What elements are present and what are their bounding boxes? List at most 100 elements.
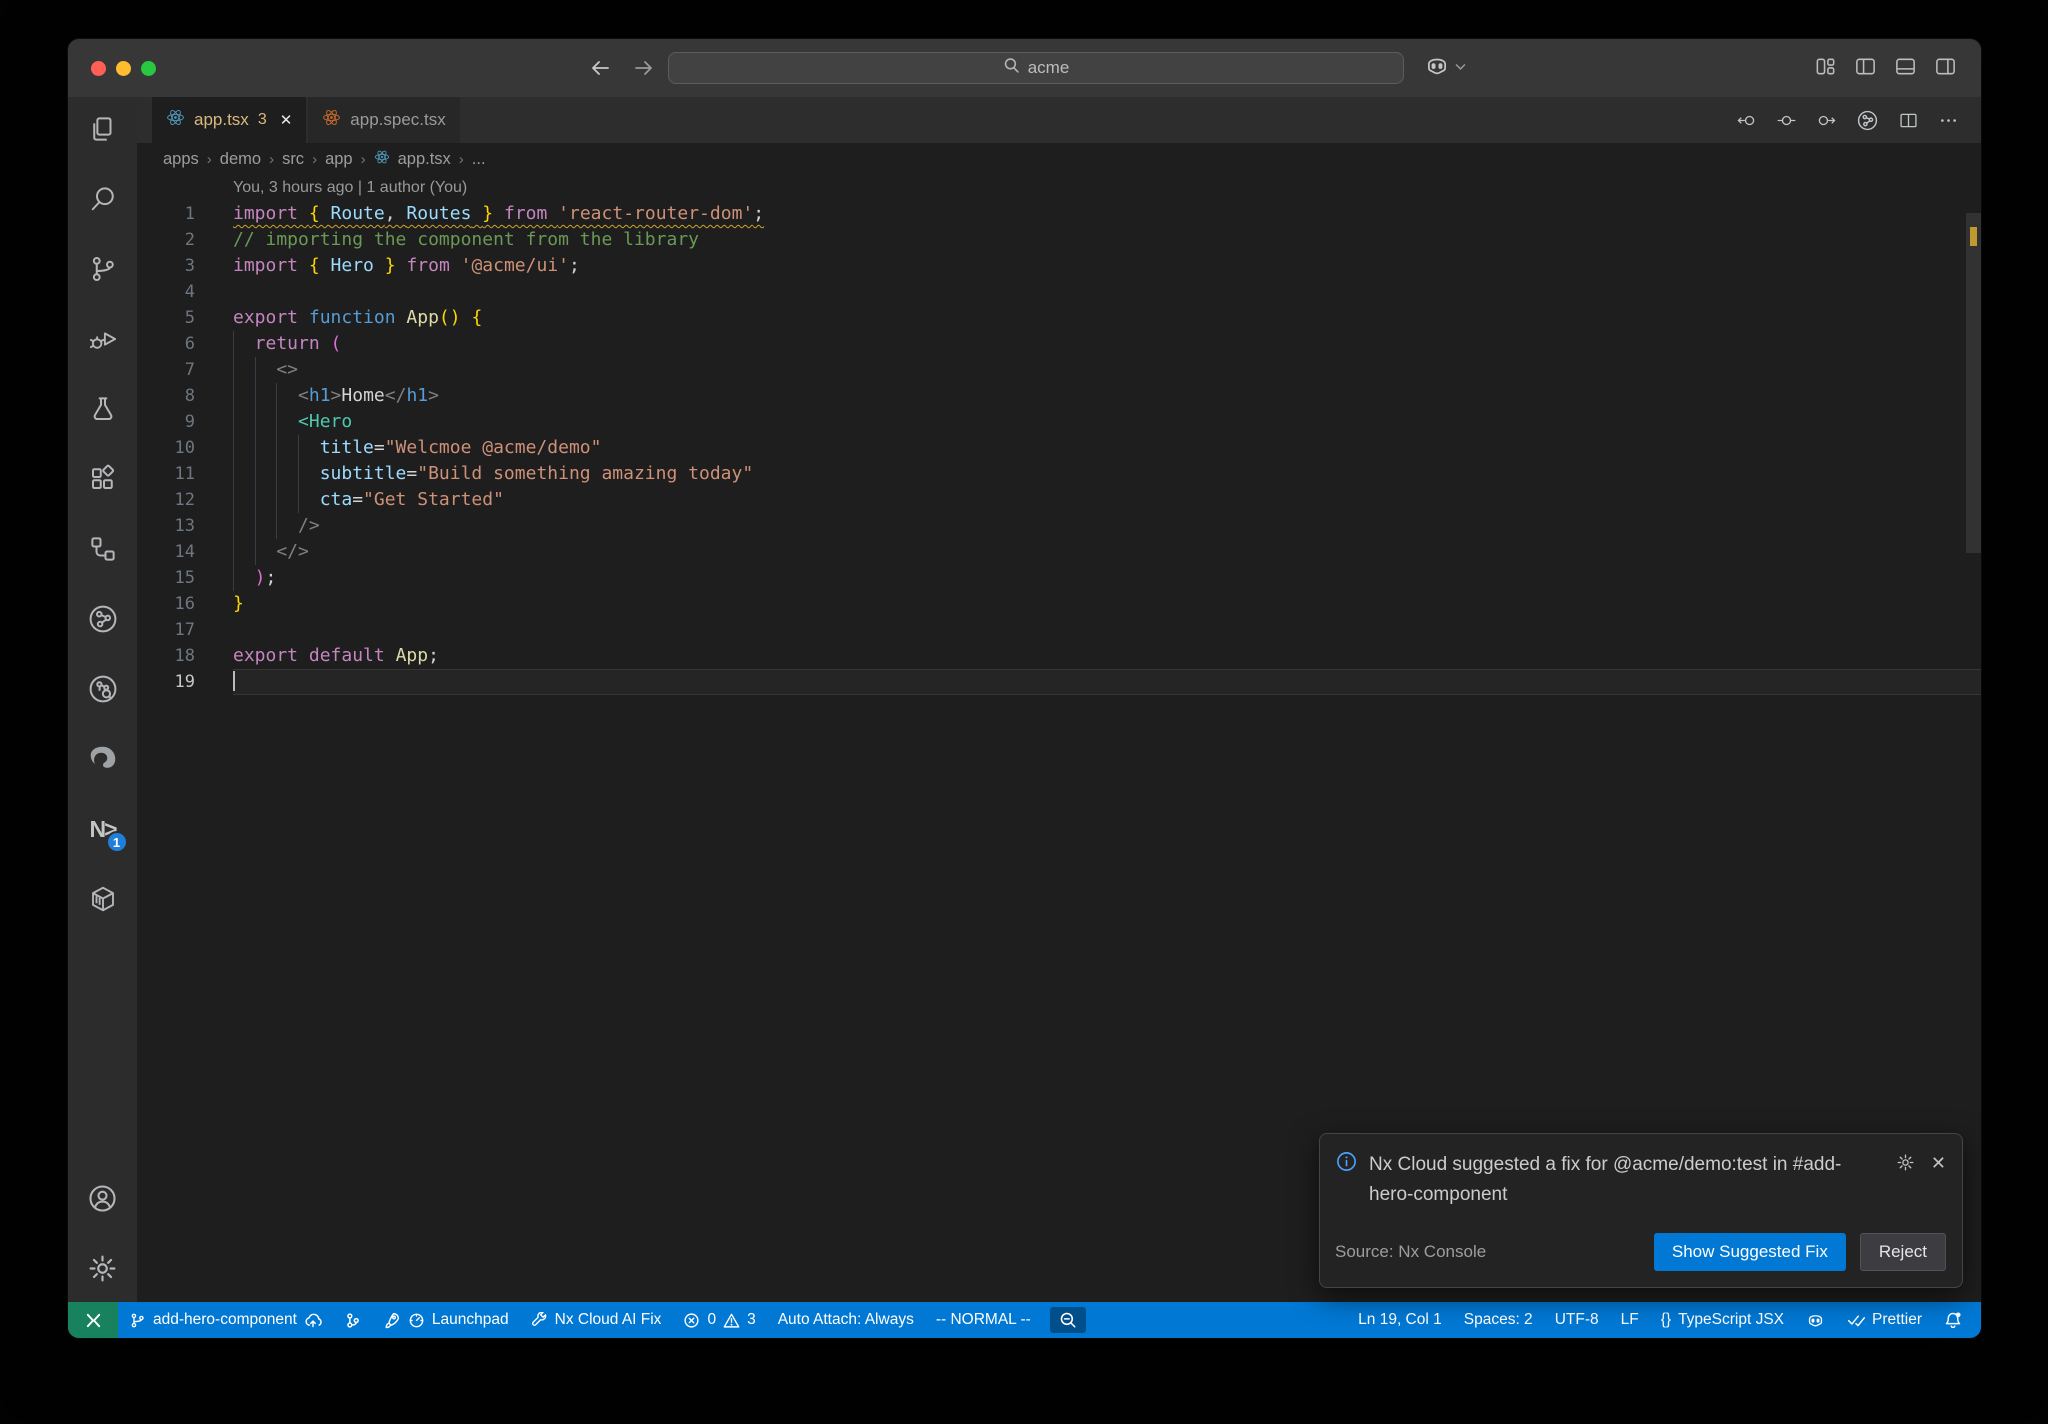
extensions-icon[interactable]	[86, 462, 120, 496]
line-number[interactable]: 1	[137, 201, 233, 227]
vim-mode-status[interactable]: -- NORMAL --	[925, 1302, 1042, 1338]
code-line[interactable]: 19	[137, 669, 1981, 695]
code-line[interactable]: 18 export default App;	[137, 643, 1981, 669]
line-number[interactable]: 5	[137, 305, 233, 331]
notifications-bell[interactable]	[1933, 1302, 1973, 1338]
code-line[interactable]: 5 export function App() {	[137, 305, 1981, 331]
line-number[interactable]: 3	[137, 253, 233, 279]
code-line[interactable]: 9 <Hero	[137, 409, 1981, 435]
launchpad-status[interactable]: Launchpad	[372, 1302, 520, 1338]
line-number[interactable]: 13	[137, 513, 233, 539]
eol-status[interactable]: LF	[1610, 1302, 1650, 1338]
code-line[interactable]: 7 <>	[137, 357, 1981, 383]
breadcrumb-item[interactable]: src	[282, 150, 304, 169]
references-icon[interactable]	[86, 532, 120, 566]
code-line[interactable]: 2// importing the component from the lib…	[137, 227, 1981, 253]
scrollbar-thumb[interactable]	[1966, 213, 1981, 553]
code-line[interactable]: 6 return (	[137, 331, 1981, 357]
line-number[interactable]: 18	[137, 643, 233, 669]
line-number[interactable]: 19	[137, 669, 233, 695]
nx-project-graph-icon[interactable]	[86, 602, 120, 636]
line-number[interactable]: 16	[137, 591, 233, 617]
code-line[interactable]: 1 import { Route, Routes } from 'react-ro…	[137, 201, 1981, 227]
remote-indicator[interactable]	[68, 1302, 118, 1338]
code-line[interactable]: 14 </>	[137, 539, 1981, 565]
minimize-window-button[interactable]	[116, 61, 131, 76]
auto-attach-status[interactable]: Auto Attach: Always	[767, 1302, 925, 1338]
line-number[interactable]: 2	[137, 227, 233, 253]
search-sidebar-icon[interactable]	[86, 182, 120, 216]
commit-graph-status[interactable]	[333, 1302, 372, 1338]
breadcrumb-item[interactable]: apps	[163, 150, 199, 169]
code-line[interactable]: 17	[137, 617, 1981, 643]
toggle-secondary-sidebar-icon[interactable]	[1934, 55, 1957, 78]
settings-gear-icon[interactable]	[86, 1251, 120, 1285]
code-line[interactable]: 3 import { Hero } from '@acme/ui';	[137, 253, 1981, 279]
code-line[interactable]: 16}	[137, 591, 1981, 617]
cursor-position-status[interactable]: Ln 19, Col 1	[1347, 1302, 1453, 1338]
previous-change-icon[interactable]	[1736, 110, 1757, 131]
notification-settings-gear-icon[interactable]	[1896, 1153, 1915, 1177]
back-icon[interactable]	[588, 56, 612, 80]
toggle-panel-icon[interactable]	[1894, 55, 1917, 78]
next-change-icon[interactable]	[1816, 110, 1837, 131]
line-number[interactable]: 11	[137, 461, 233, 487]
breadcrumb-item[interactable]: demo	[220, 150, 261, 169]
run-target-icon[interactable]	[1856, 109, 1879, 132]
code-line[interactable]: 15);	[137, 565, 1981, 591]
code-line[interactable]: 13/>	[137, 513, 1981, 539]
command-center-search[interactable]: acme	[668, 52, 1404, 84]
nx-console-icon[interactable]: N> 1	[86, 812, 128, 853]
copilot-menu-button[interactable]	[1424, 53, 1467, 84]
line-number[interactable]: 9	[137, 409, 233, 435]
breadcrumb-file[interactable]: app.tsx	[398, 150, 451, 169]
edge-browser-icon[interactable]	[86, 742, 120, 776]
customize-layout-icon[interactable]	[1814, 55, 1837, 78]
maximize-window-button[interactable]	[141, 61, 156, 76]
breadcrumb-item[interactable]: app	[325, 150, 353, 169]
line-number[interactable]: 4	[137, 279, 233, 305]
line-number[interactable]: 17	[137, 617, 233, 643]
code-line[interactable]: 4	[137, 279, 1981, 305]
code-line[interactable]: 11 subtitle="Build something amazing toda…	[137, 461, 1981, 487]
source-control-icon[interactable]	[86, 252, 120, 286]
tab-app-tsx[interactable]: app.tsx 3 ✕	[152, 97, 307, 143]
more-actions-icon[interactable]	[1938, 110, 1959, 131]
testing-icon[interactable]	[86, 392, 120, 426]
problems-status[interactable]: 0 3	[672, 1302, 766, 1338]
line-number[interactable]: 14	[137, 539, 233, 565]
code-line[interactable]: 12 cta="Get Started"	[137, 487, 1981, 513]
breadcrumb-tail[interactable]: ...	[472, 150, 486, 169]
line-number[interactable]: 15	[137, 565, 233, 591]
line-number[interactable]: 10	[137, 435, 233, 461]
forward-icon[interactable]	[632, 56, 656, 80]
tab-app-spec-tsx[interactable]: app.spec.tsx	[308, 97, 460, 143]
editor-scrollbar[interactable]	[1966, 207, 1981, 1302]
copilot-status[interactable]	[1795, 1302, 1836, 1338]
code-line[interactable]: 8 <h1>Home</h1>	[137, 383, 1981, 409]
zoom-out-status[interactable]	[1049, 1307, 1086, 1333]
show-suggested-fix-button[interactable]: Show Suggested Fix	[1653, 1233, 1846, 1271]
nx-cloud-fix-status[interactable]: Nx Cloud AI Fix	[520, 1302, 673, 1338]
reject-button[interactable]: Reject	[1859, 1233, 1946, 1271]
run-debug-icon[interactable]	[86, 322, 120, 356]
current-change-icon[interactable]	[1776, 110, 1797, 131]
line-number[interactable]: 6	[137, 331, 233, 357]
accounts-icon[interactable]	[86, 1181, 120, 1215]
indentation-status[interactable]: Spaces: 2	[1453, 1302, 1544, 1338]
git-branch-status[interactable]: add-hero-component	[118, 1302, 333, 1338]
package-icon[interactable]	[86, 882, 120, 916]
formatter-status[interactable]: Prettier	[1836, 1302, 1933, 1338]
language-mode-status[interactable]: {} TypeScript JSX	[1650, 1302, 1795, 1338]
explorer-icon[interactable]	[86, 112, 120, 146]
split-editor-icon[interactable]	[1898, 110, 1919, 131]
encoding-status[interactable]: UTF-8	[1544, 1302, 1610, 1338]
commit-graph-search-icon[interactable]	[86, 672, 120, 706]
line-number[interactable]: 12	[137, 487, 233, 513]
notification-close-icon[interactable]: ✕	[1931, 1153, 1946, 1174]
toggle-primary-sidebar-icon[interactable]	[1854, 55, 1877, 78]
close-tab-icon[interactable]: ✕	[280, 111, 293, 129]
code-line[interactable]: 10 title="Welcmoe @acme/demo"	[137, 435, 1981, 461]
line-number[interactable]: 7	[137, 357, 233, 383]
line-number[interactable]: 8	[137, 383, 233, 409]
